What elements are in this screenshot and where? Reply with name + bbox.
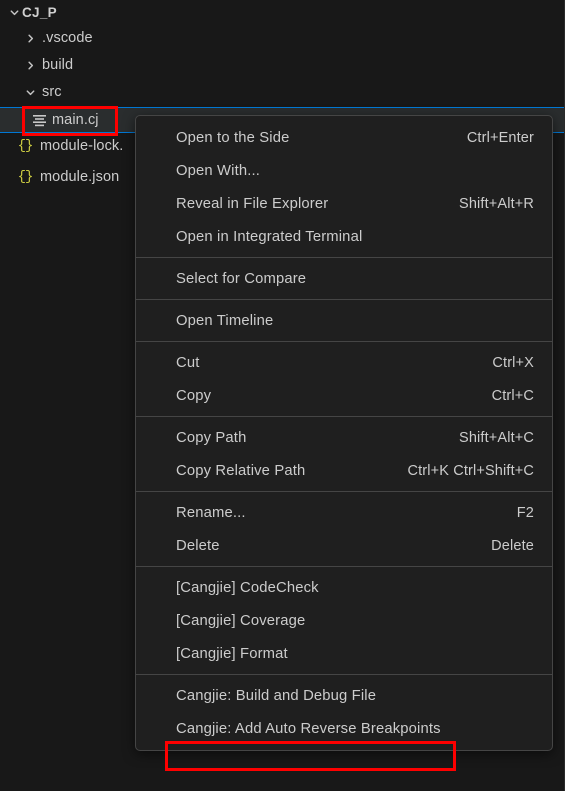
menu-item-shortcut: F2 xyxy=(516,504,534,521)
menu-item-shortcut: Shift+Alt+C xyxy=(459,429,534,446)
menu-separator xyxy=(136,299,552,300)
explorer-context-menu[interactable]: Open to the Side Ctrl+Enter Open With...… xyxy=(135,115,553,751)
menu-item-label: Copy Relative Path xyxy=(176,462,306,479)
menu-item-copy-path[interactable]: Copy Path Shift+Alt+C xyxy=(136,421,552,454)
chevron-right-icon[interactable] xyxy=(22,60,38,71)
menu-item-label: Select for Compare xyxy=(176,270,307,287)
menu-item-shortcut: Ctrl+X xyxy=(492,354,534,371)
menu-group-clipboard: Cut Ctrl+X Copy Ctrl+C xyxy=(136,346,552,412)
tree-row-build[interactable]: build xyxy=(0,53,565,77)
menu-item-label: [Cangjie] Format xyxy=(176,645,288,662)
tree-item-label: module.json xyxy=(40,169,120,185)
menu-item-copy[interactable]: Copy Ctrl+C xyxy=(136,379,552,412)
menu-item-select-for-compare[interactable]: Select for Compare xyxy=(136,262,552,295)
tree-row-vscode[interactable]: .vscode xyxy=(0,26,565,50)
menu-group-cangjie-debug: Cangjie: Build and Debug File Cangjie: A… xyxy=(136,679,552,745)
menu-item-copy-relative-path[interactable]: Copy Relative Path Ctrl+K Ctrl+Shift+C xyxy=(136,454,552,487)
menu-group-cangjie-tools: [Cangjie] CodeCheck [Cangjie] Coverage [… xyxy=(136,571,552,670)
json-file-icon: {} xyxy=(17,138,34,154)
json-file-icon: {} xyxy=(17,169,34,185)
menu-item-label: Open Timeline xyxy=(176,312,274,329)
menu-group-open: Open to the Side Ctrl+Enter Open With...… xyxy=(136,121,552,253)
menu-item-reveal-in-file-explorer[interactable]: Reveal in File Explorer Shift+Alt+R xyxy=(136,187,552,220)
menu-separator xyxy=(136,566,552,567)
menu-item-delete[interactable]: Delete Delete xyxy=(136,529,552,562)
menu-group-file-ops: Rename... F2 Delete Delete xyxy=(136,496,552,562)
chevron-down-icon[interactable] xyxy=(22,87,38,98)
menu-item-label: Open to the Side xyxy=(176,129,290,146)
menu-item-open-in-integrated-terminal[interactable]: Open in Integrated Terminal xyxy=(136,220,552,253)
tree-item-label: main.cj xyxy=(52,112,99,128)
menu-item-label: Delete xyxy=(176,537,220,554)
tree-item-label: src xyxy=(42,84,62,100)
menu-item-cangjie-coverage[interactable]: [Cangjie] Coverage xyxy=(136,604,552,637)
menu-item-cangjie-codecheck[interactable]: [Cangjie] CodeCheck xyxy=(136,571,552,604)
menu-item-label: Cangjie: Build and Debug File xyxy=(176,687,377,704)
menu-item-rename[interactable]: Rename... F2 xyxy=(136,496,552,529)
menu-item-open-to-the-side[interactable]: Open to the Side Ctrl+Enter xyxy=(136,121,552,154)
chevron-down-icon[interactable] xyxy=(6,7,22,18)
cangjie-file-icon xyxy=(28,114,50,127)
menu-item-label: Cangjie: Add Auto Reverse Breakpoints xyxy=(176,720,441,737)
menu-separator xyxy=(136,491,552,492)
menu-item-label: Rename... xyxy=(176,504,246,521)
menu-item-cut[interactable]: Cut Ctrl+X xyxy=(136,346,552,379)
chevron-right-icon[interactable] xyxy=(22,33,38,44)
menu-item-label: [Cangjie] Coverage xyxy=(176,612,306,629)
menu-item-shortcut: Shift+Alt+R xyxy=(459,195,534,212)
menu-item-shortcut: Delete xyxy=(491,537,534,554)
menu-item-shortcut: Ctrl+Enter xyxy=(466,129,534,146)
tree-row-cj-p[interactable]: CJ_P xyxy=(0,0,565,24)
menu-separator xyxy=(136,416,552,417)
menu-item-open-with[interactable]: Open With... xyxy=(136,154,552,187)
menu-item-shortcut: Ctrl+K Ctrl+Shift+C xyxy=(407,462,534,479)
menu-group-compare: Select for Compare xyxy=(136,262,552,295)
menu-item-open-timeline[interactable]: Open Timeline xyxy=(136,304,552,337)
menu-item-cangjie-format[interactable]: [Cangjie] Format xyxy=(136,637,552,670)
tree-item-label: CJ_P xyxy=(22,4,57,20)
menu-item-label: Cut xyxy=(176,354,200,371)
menu-item-shortcut: Ctrl+C xyxy=(491,387,534,404)
menu-item-label: [Cangjie] CodeCheck xyxy=(176,579,319,596)
menu-item-label: Open in Integrated Terminal xyxy=(176,228,363,245)
menu-item-label: Copy Path xyxy=(176,429,247,446)
menu-item-label: Copy xyxy=(176,387,212,404)
menu-item-cangjie-add-auto-reverse-breakpoints[interactable]: Cangjie: Add Auto Reverse Breakpoints xyxy=(136,712,552,745)
menu-separator xyxy=(136,257,552,258)
tree-item-label: .vscode xyxy=(42,30,93,46)
menu-item-label: Open With... xyxy=(176,162,261,179)
menu-item-cangjie-build-and-debug-file[interactable]: Cangjie: Build and Debug File xyxy=(136,679,552,712)
tree-row-src[interactable]: src xyxy=(0,80,565,104)
menu-group-copy-path: Copy Path Shift+Alt+C Copy Relative Path… xyxy=(136,421,552,487)
tree-item-label: module-lock. xyxy=(40,138,124,154)
tree-item-label: build xyxy=(42,57,74,73)
menu-item-label: Reveal in File Explorer xyxy=(176,195,329,212)
menu-separator xyxy=(136,674,552,675)
menu-separator xyxy=(136,341,552,342)
menu-group-timeline: Open Timeline xyxy=(136,304,552,337)
